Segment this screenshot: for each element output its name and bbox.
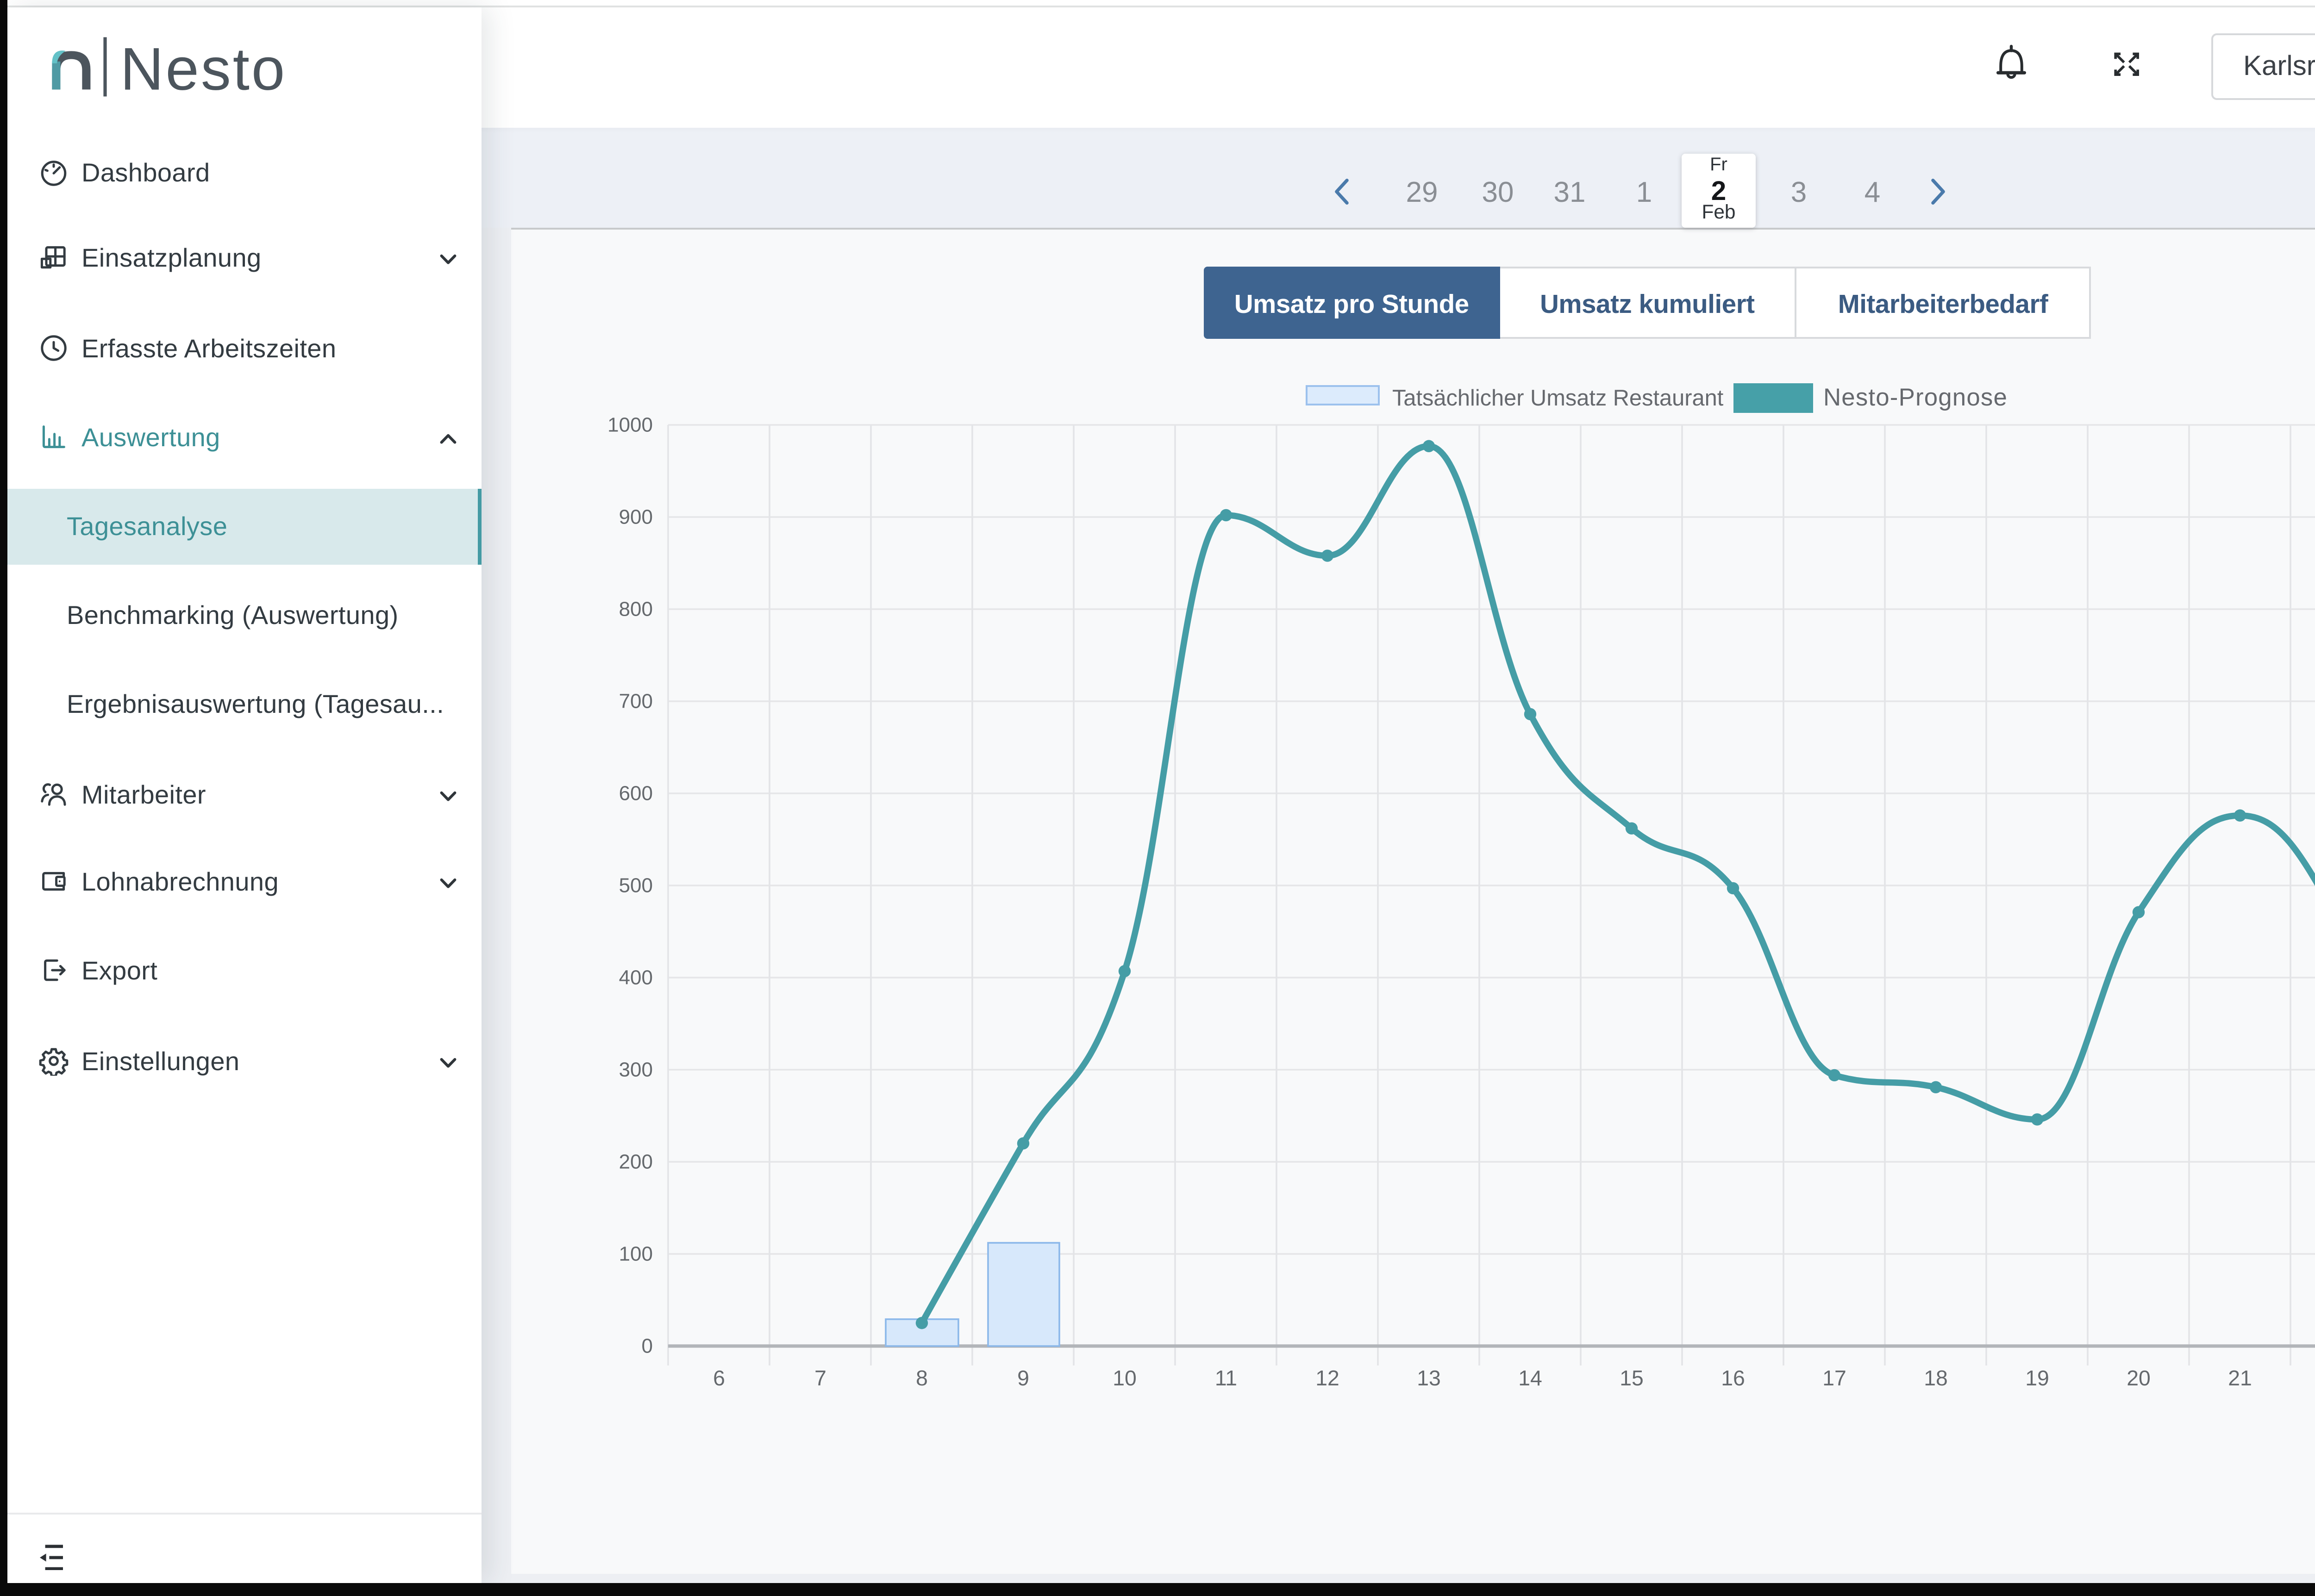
svg-text:600: 600 [619, 783, 652, 805]
svg-text:800: 800 [619, 598, 652, 621]
svg-text:6: 6 [713, 1366, 725, 1390]
svg-text:8: 8 [915, 1366, 927, 1390]
svg-text:16: 16 [1721, 1366, 1745, 1390]
svg-text:18: 18 [1923, 1366, 1947, 1390]
svg-text:500: 500 [619, 875, 652, 898]
svg-text:1000: 1000 [607, 414, 652, 437]
svg-text:900: 900 [619, 506, 652, 529]
svg-text:13: 13 [1416, 1366, 1440, 1390]
svg-text:21: 21 [2227, 1366, 2252, 1390]
svg-text:700: 700 [619, 691, 652, 713]
svg-text:14: 14 [1518, 1366, 1542, 1390]
svg-text:100: 100 [619, 1243, 652, 1266]
svg-text:11: 11 [1214, 1366, 1237, 1390]
svg-text:7: 7 [814, 1366, 826, 1390]
svg-text:12: 12 [1315, 1366, 1339, 1390]
svg-text:10: 10 [1112, 1366, 1136, 1390]
svg-text:15: 15 [1619, 1366, 1643, 1390]
svg-text:17: 17 [1822, 1366, 1846, 1390]
svg-text:400: 400 [619, 967, 652, 990]
svg-text:0: 0 [641, 1335, 652, 1358]
svg-text:200: 200 [619, 1151, 652, 1174]
svg-text:20: 20 [2126, 1366, 2150, 1390]
svg-text:9: 9 [1017, 1366, 1029, 1390]
svg-text:19: 19 [2025, 1366, 2049, 1390]
svg-text:Nesto: Nesto [120, 37, 287, 98]
svg-text:300: 300 [619, 1059, 652, 1082]
